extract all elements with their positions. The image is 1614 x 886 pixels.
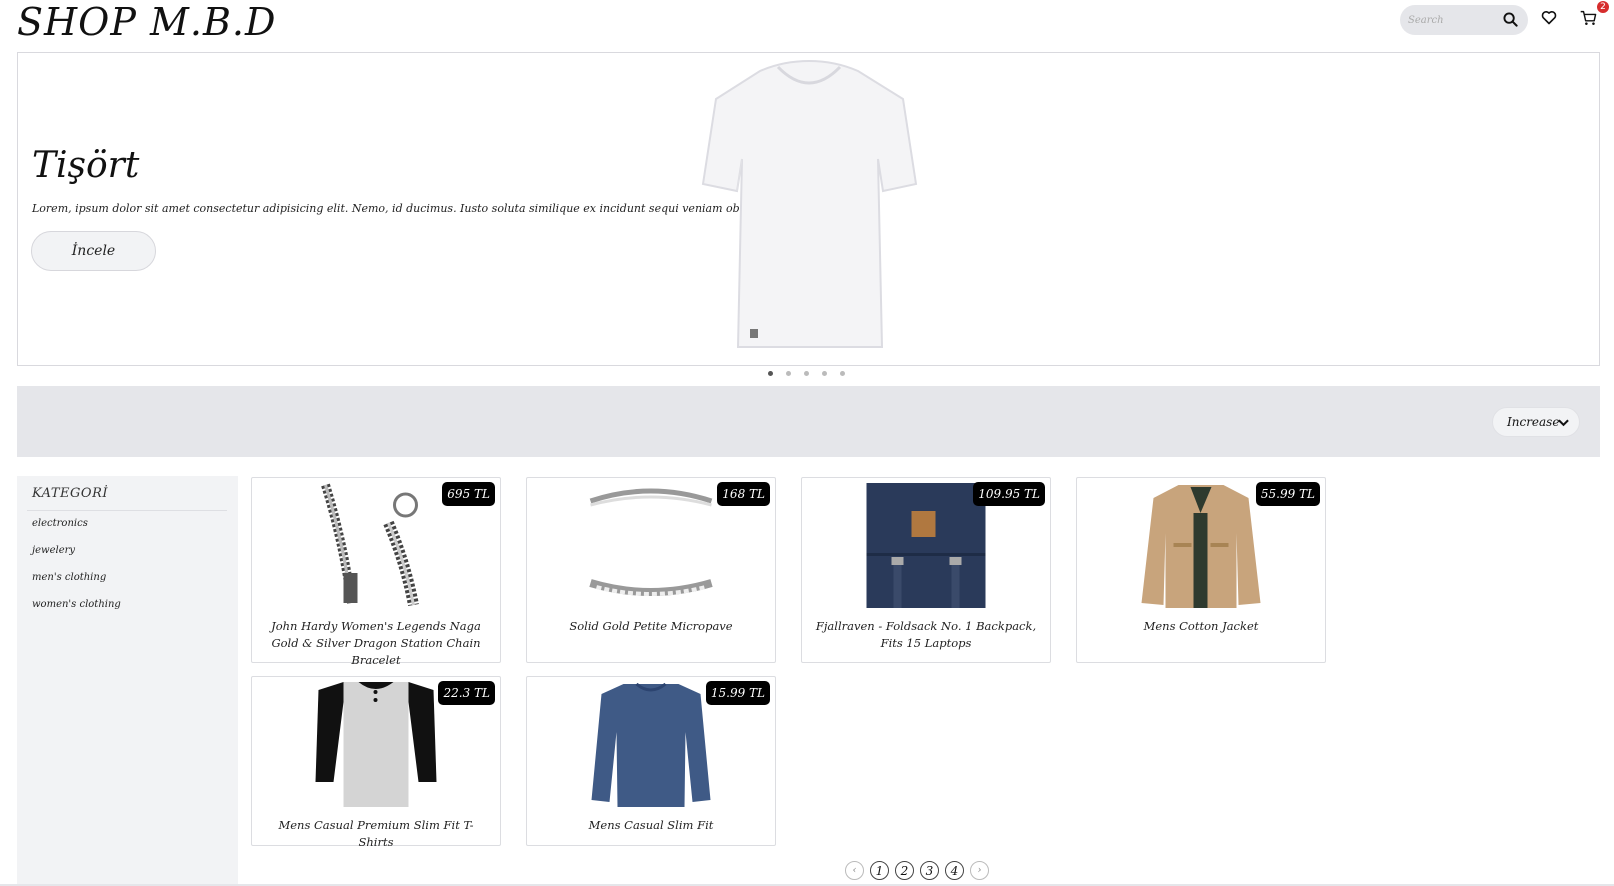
category-title: KATEGORİ [32,486,108,501]
product-name: Solid Gold Petite Micropave [569,619,733,633]
sort-select[interactable]: Increase [1492,407,1580,437]
product-image-bracelet [314,483,439,608]
page-button-4[interactable]: 4 [945,861,964,880]
category-item-mens-clothing[interactable]: men's clothing [32,572,106,583]
search-bar[interactable] [1400,5,1528,35]
product-image-jacket [1139,483,1264,608]
category-item-jewelery[interactable]: jewelery [32,545,75,556]
price-tag: 15.99 TL [705,681,770,705]
category-item-electronics[interactable]: electronics [32,518,88,529]
product-card[interactable]: 168 TL Solid Gold Petite Micropave [526,477,776,663]
product-card[interactable]: 109.95 TL Fjallraven - Foldsack No. 1 Ba… [801,477,1051,663]
search-input[interactable] [1408,14,1498,26]
product-name: John Hardy Women's Legends Naga Gold & S… [271,619,481,667]
product-image-backpack [864,483,989,608]
cart-icon[interactable] [1580,10,1597,30]
product-name: Mens Cotton Jacket [1143,619,1259,633]
cart-count-badge: 2 [1597,1,1609,13]
price-tag: 55.99 TL [1255,482,1320,506]
inspect-button[interactable]: İncele [31,231,156,271]
chevron-down-icon [1558,417,1569,431]
product-name: Mens Casual Premium Slim Fit T-Shirts [278,818,474,849]
heart-icon[interactable] [1541,10,1557,29]
prev-page-button[interactable]: ‹ [845,861,864,880]
price-tag: 109.95 TL [973,482,1045,506]
product-image-ring [589,483,714,608]
pagination: ‹ 1 2 3 4 › [845,861,989,880]
search-icon[interactable] [1503,12,1518,31]
category-sidebar: KATEGORİ electronics jewelery men's clot… [17,476,238,886]
carousel-dot[interactable] [786,371,791,376]
product-name: Fjallraven - Foldsack No. 1 Backpack, Fi… [815,619,1037,650]
carousel-dot[interactable] [768,371,773,376]
product-card[interactable]: 22.3 TL Mens Casual Premium Slim Fit T-S… [251,676,501,849]
category-item-womens-clothing[interactable]: women's clothing [32,599,121,610]
product-image-raglan-shirt [314,682,439,807]
hero-title: Tişört [32,145,140,186]
product-name: Mens Casual Slim Fit [588,818,714,832]
product-card[interactable]: 55.99 TL Mens Cotton Jacket [1076,477,1326,663]
price-tag: 695 TL [442,482,495,506]
carousel-dot[interactable] [804,371,809,376]
page-button-2[interactable]: 2 [895,861,914,880]
page-button-1[interactable]: 1 [870,861,889,880]
page-button-3[interactable]: 3 [920,861,939,880]
sort-selected-label: Increase [1507,415,1560,429]
hero-tshirt-image [698,59,920,355]
carousel-dot[interactable] [840,371,845,376]
carousel-dots [768,371,845,376]
price-tag: 22.3 TL [438,681,495,705]
sort-bar: Increase [17,386,1600,457]
product-card[interactable]: 15.99 TL Mens Casual Slim Fit [526,676,776,846]
hero-carousel: Tişört Lorem, ipsum dolor sit amet conse… [17,52,1600,366]
product-card[interactable]: 695 TL John Hardy Women's Legends Naga G… [251,477,501,667]
product-image-long-sleeve-shirt [589,682,714,807]
site-logo[interactable]: SHOP M.B.D [17,0,276,44]
price-tag: 168 TL [717,482,770,506]
divider [27,510,227,511]
next-page-button[interactable]: › [970,861,989,880]
carousel-dot[interactable] [822,371,827,376]
